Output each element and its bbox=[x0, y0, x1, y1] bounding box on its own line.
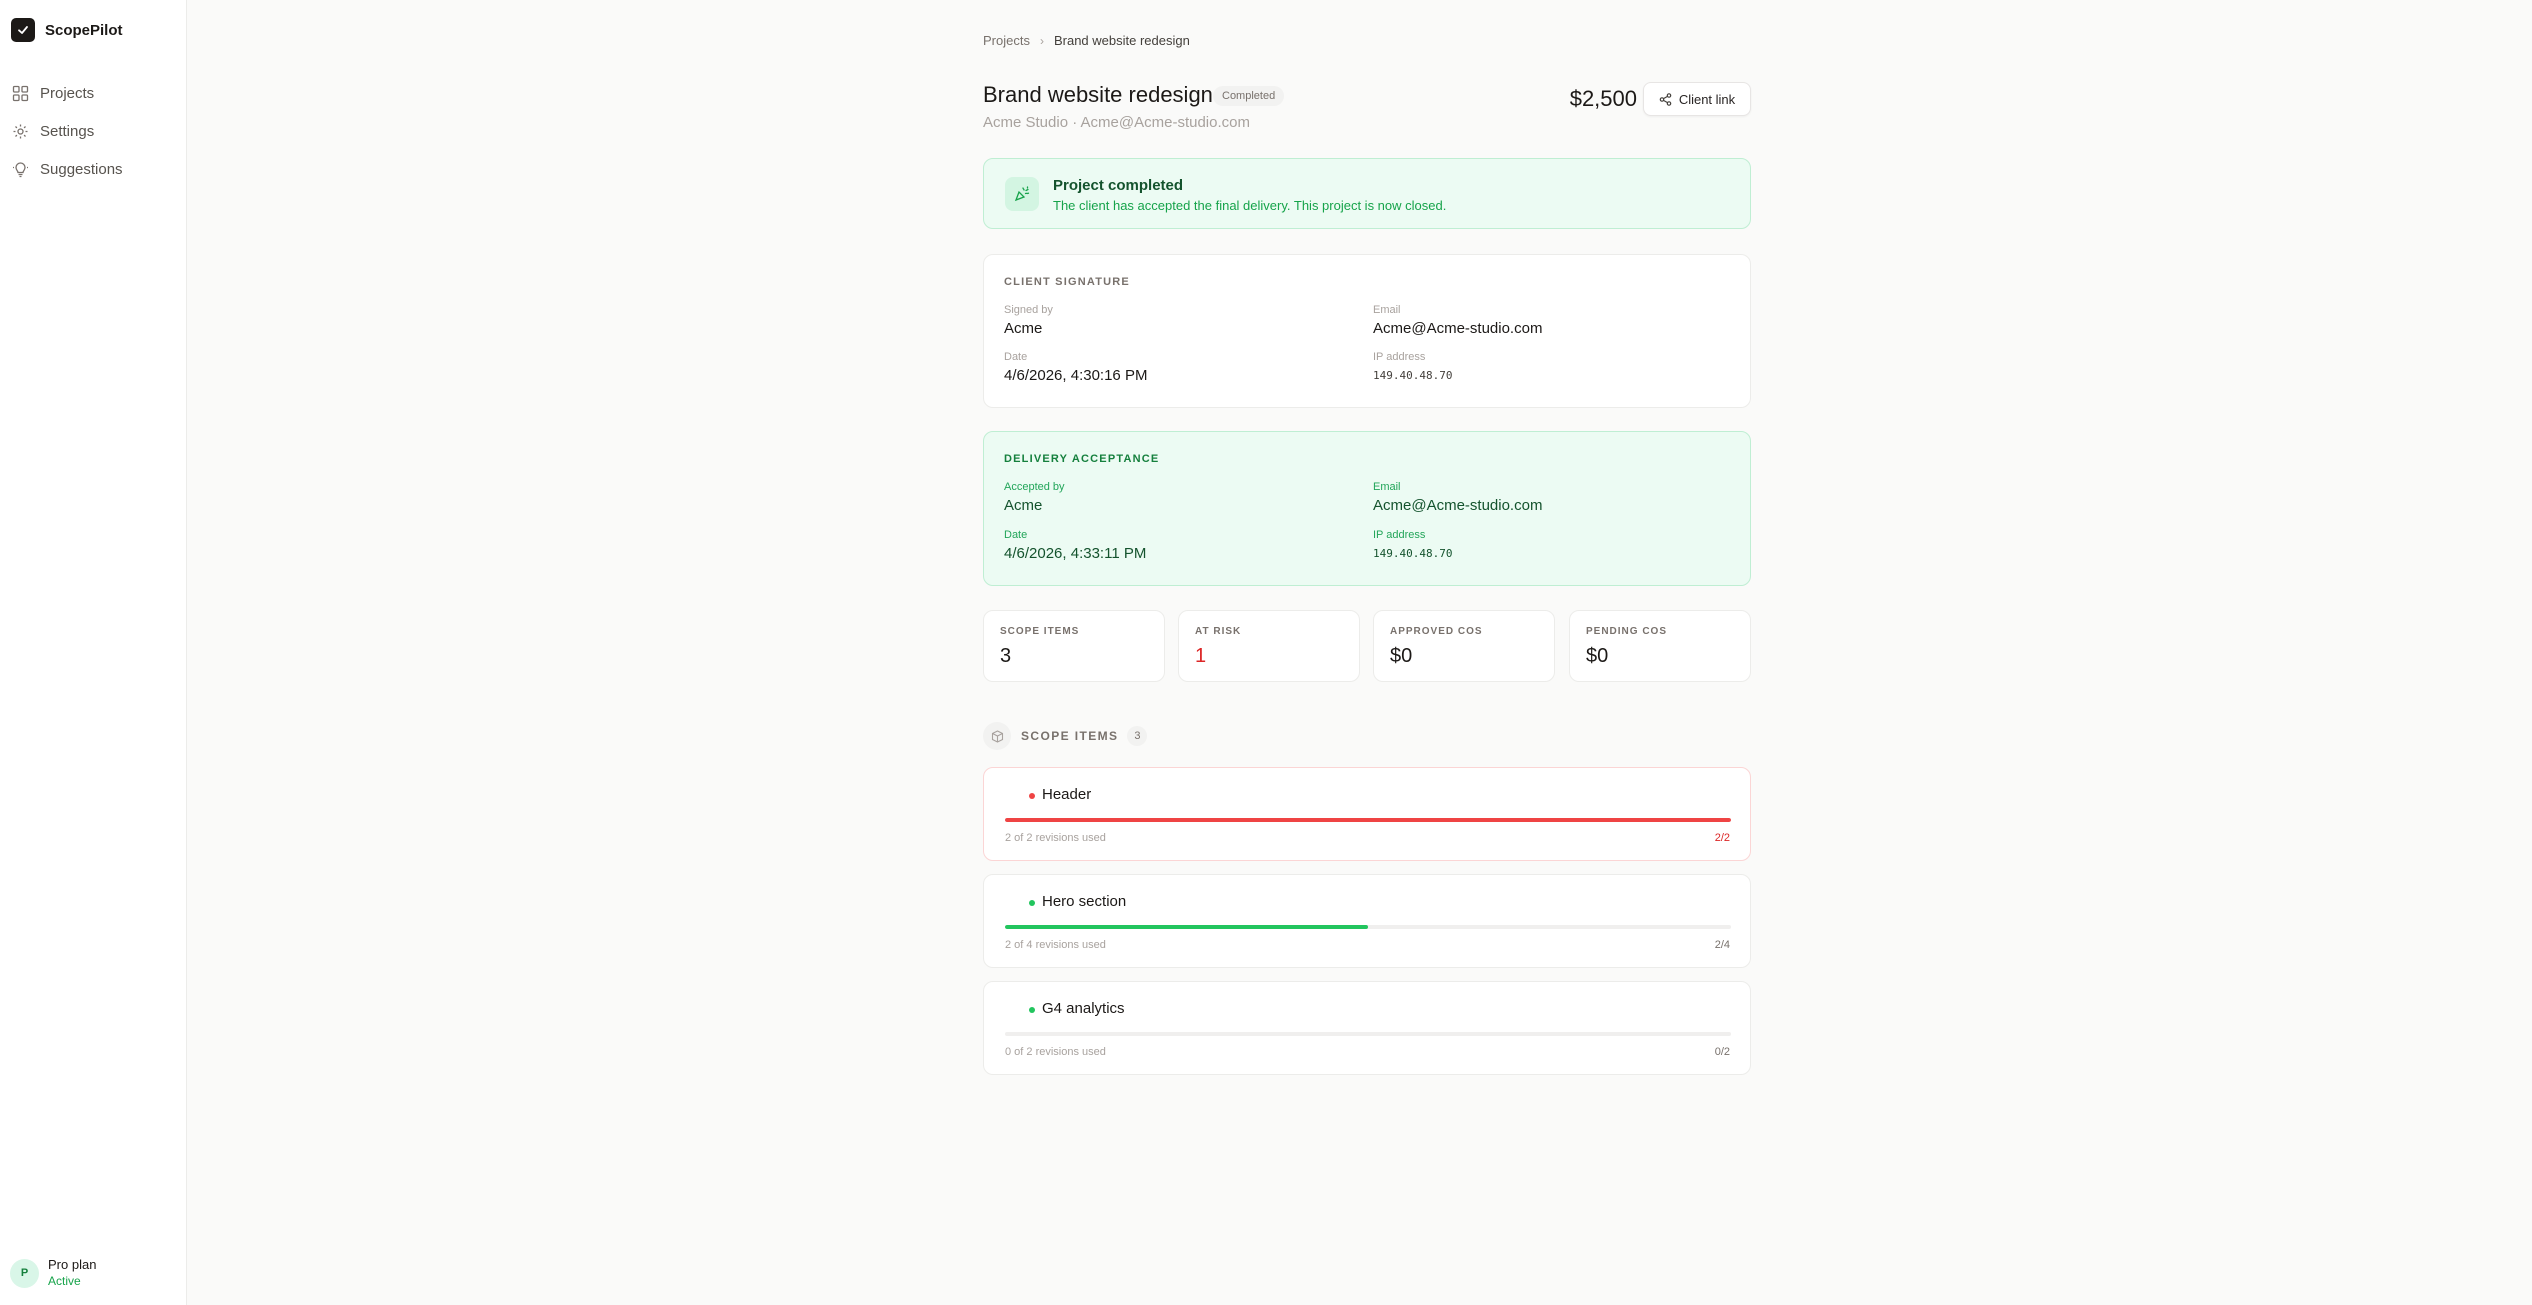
breadcrumb: Projects › Brand website redesign bbox=[983, 33, 1190, 48]
stat-value: $0 bbox=[1586, 645, 1609, 667]
plan-info[interactable]: P Pro plan Active bbox=[10, 1257, 96, 1289]
sidebar-item-projects[interactable]: Projects bbox=[0, 78, 187, 108]
lightbulb-icon bbox=[13, 161, 28, 177]
scope-items-title: SCOPE ITEMS bbox=[1021, 729, 1119, 743]
stat-value: 3 bbox=[1000, 645, 1012, 667]
sidebar-item-label: Suggestions bbox=[40, 160, 123, 178]
signed-by-value: Acme bbox=[1004, 320, 1043, 337]
sidebar-item-label: Settings bbox=[40, 122, 95, 140]
stats-row: SCOPE ITEMS 3 AT RISK 1 APPROVED COS $0 … bbox=[983, 610, 1751, 682]
breadcrumb-current: Brand website redesign bbox=[1053, 33, 1190, 48]
progress-fill bbox=[1005, 818, 1731, 822]
revision-progress-bar bbox=[1005, 818, 1731, 822]
brand[interactable]: ScopePilot bbox=[11, 18, 123, 42]
completion-banner: Project completed The client has accepte… bbox=[983, 158, 1751, 229]
checkmark-logo-icon bbox=[11, 18, 35, 42]
ip-value: 149.40.48.70 bbox=[1373, 547, 1453, 560]
email-value: Acme@Acme-studio.com bbox=[1373, 320, 1543, 337]
avatar: P bbox=[10, 1258, 39, 1288]
card-heading: DELIVERY ACCEPTANCE bbox=[1004, 453, 1160, 465]
grid-icon bbox=[12, 85, 29, 101]
stat-card-scope-items: SCOPE ITEMS 3 bbox=[983, 610, 1165, 682]
revision-count: 2/4 bbox=[1714, 939, 1730, 951]
stat-value: 1 bbox=[1195, 645, 1207, 667]
stat-card-at-risk: AT RISK 1 bbox=[1178, 610, 1360, 682]
card-heading: CLIENT SIGNATURE bbox=[1004, 276, 1130, 288]
chevron-right-icon: › bbox=[1039, 33, 1044, 48]
project-price: $2,500 bbox=[1569, 86, 1637, 111]
accepted-by-value: Acme bbox=[1004, 497, 1043, 514]
scope-item-name: Header bbox=[1042, 786, 1092, 803]
stat-label: PENDING COS bbox=[1586, 626, 1668, 637]
status-dot bbox=[1029, 900, 1035, 906]
accepted-by-label: Accepted by bbox=[1004, 481, 1065, 493]
date-label: Date bbox=[1004, 529, 1028, 541]
project-subtitle: Acme Studio · Acme@Acme-studio.com bbox=[983, 114, 1250, 131]
banner-title: Project completed bbox=[1053, 177, 1184, 194]
stat-card-pending-cos: PENDING COS $0 bbox=[1569, 610, 1751, 682]
page-title: Brand website redesign bbox=[983, 82, 1213, 107]
project-header: Brand website redesign Completed Acme St… bbox=[983, 82, 1751, 138]
revision-count: 2/2 bbox=[1714, 832, 1730, 844]
share-icon bbox=[1659, 92, 1672, 106]
delivery-acceptance-card: DELIVERY ACCEPTANCE Accepted by Acme Ema… bbox=[983, 431, 1751, 586]
plan-name: Pro plan bbox=[48, 1257, 97, 1272]
sidebar-item-label: Projects bbox=[40, 84, 95, 102]
signed-by-label: Signed by bbox=[1004, 304, 1053, 316]
revision-progress-bar bbox=[1005, 1032, 1731, 1036]
scope-item-header[interactable]: Header 2 of 2 revisions used 2/2 bbox=[983, 767, 1751, 861]
revision-usage: 2 of 2 revisions used bbox=[1005, 832, 1106, 844]
sidebar-item-suggestions[interactable]: Suggestions bbox=[0, 154, 187, 184]
stat-label: APPROVED COS bbox=[1390, 626, 1483, 637]
gear-icon bbox=[13, 124, 28, 138]
plan-status: Active bbox=[48, 1274, 81, 1288]
breadcrumb-projects-link[interactable]: Projects bbox=[983, 33, 1030, 48]
status-badge: Completed bbox=[1213, 86, 1285, 106]
stat-card-approved-cos: APPROVED COS $0 bbox=[1373, 610, 1555, 682]
date-value: 4/6/2026, 4:33:11 PM bbox=[1004, 545, 1147, 562]
date-value: 4/6/2026, 4:30:16 PM bbox=[1004, 367, 1148, 384]
ip-value: 149.40.48.70 bbox=[1373, 369, 1453, 382]
sidebar-item-settings[interactable]: Settings bbox=[0, 116, 187, 146]
revision-progress-bar bbox=[1005, 925, 1731, 929]
app-name: ScopePilot bbox=[45, 21, 123, 39]
status-dot bbox=[1029, 793, 1035, 799]
box-icon bbox=[983, 722, 1011, 750]
scope-items-count: 3 bbox=[1127, 726, 1148, 746]
email-value: Acme@Acme-studio.com bbox=[1373, 497, 1543, 514]
scope-item-g4-analytics[interactable]: G4 analytics 0 of 2 revisions used 0/2 bbox=[983, 981, 1751, 1075]
party-popper-icon bbox=[1005, 177, 1039, 211]
stat-value: $0 bbox=[1390, 645, 1413, 667]
client-link-label: Client link bbox=[1678, 91, 1736, 107]
revision-usage: 2 of 4 revisions used bbox=[1005, 939, 1106, 951]
ip-label: IP address bbox=[1373, 351, 1426, 363]
scope-item-hero-section[interactable]: Hero section 2 of 4 revisions used 2/4 bbox=[983, 874, 1751, 968]
ip-label: IP address bbox=[1373, 529, 1426, 541]
sidebar: ScopePilot Projects Settings Suggestions bbox=[0, 0, 187, 1305]
email-label: Email bbox=[1373, 481, 1401, 493]
scope-items-header: SCOPE ITEMS 3 bbox=[983, 722, 1148, 750]
status-dot bbox=[1029, 1007, 1035, 1013]
sidebar-nav: Projects Settings Suggestions bbox=[0, 78, 187, 192]
banner-text: The client has accepted the final delive… bbox=[1053, 198, 1447, 213]
stat-label: AT RISK bbox=[1195, 626, 1242, 637]
scope-item-name: G4 analytics bbox=[1042, 1000, 1125, 1017]
date-label: Date bbox=[1004, 351, 1028, 363]
email-label: Email bbox=[1373, 304, 1401, 316]
progress-fill bbox=[1005, 925, 1368, 929]
scope-item-name: Hero section bbox=[1042, 893, 1127, 910]
stat-label: SCOPE ITEMS bbox=[1000, 626, 1080, 637]
revision-count: 0/2 bbox=[1714, 1046, 1730, 1058]
client-link-button[interactable]: Client link bbox=[1643, 82, 1751, 116]
client-signature-card: CLIENT SIGNATURE Signed by Acme Email Ac… bbox=[983, 254, 1751, 408]
revision-usage: 0 of 2 revisions used bbox=[1005, 1046, 1106, 1058]
